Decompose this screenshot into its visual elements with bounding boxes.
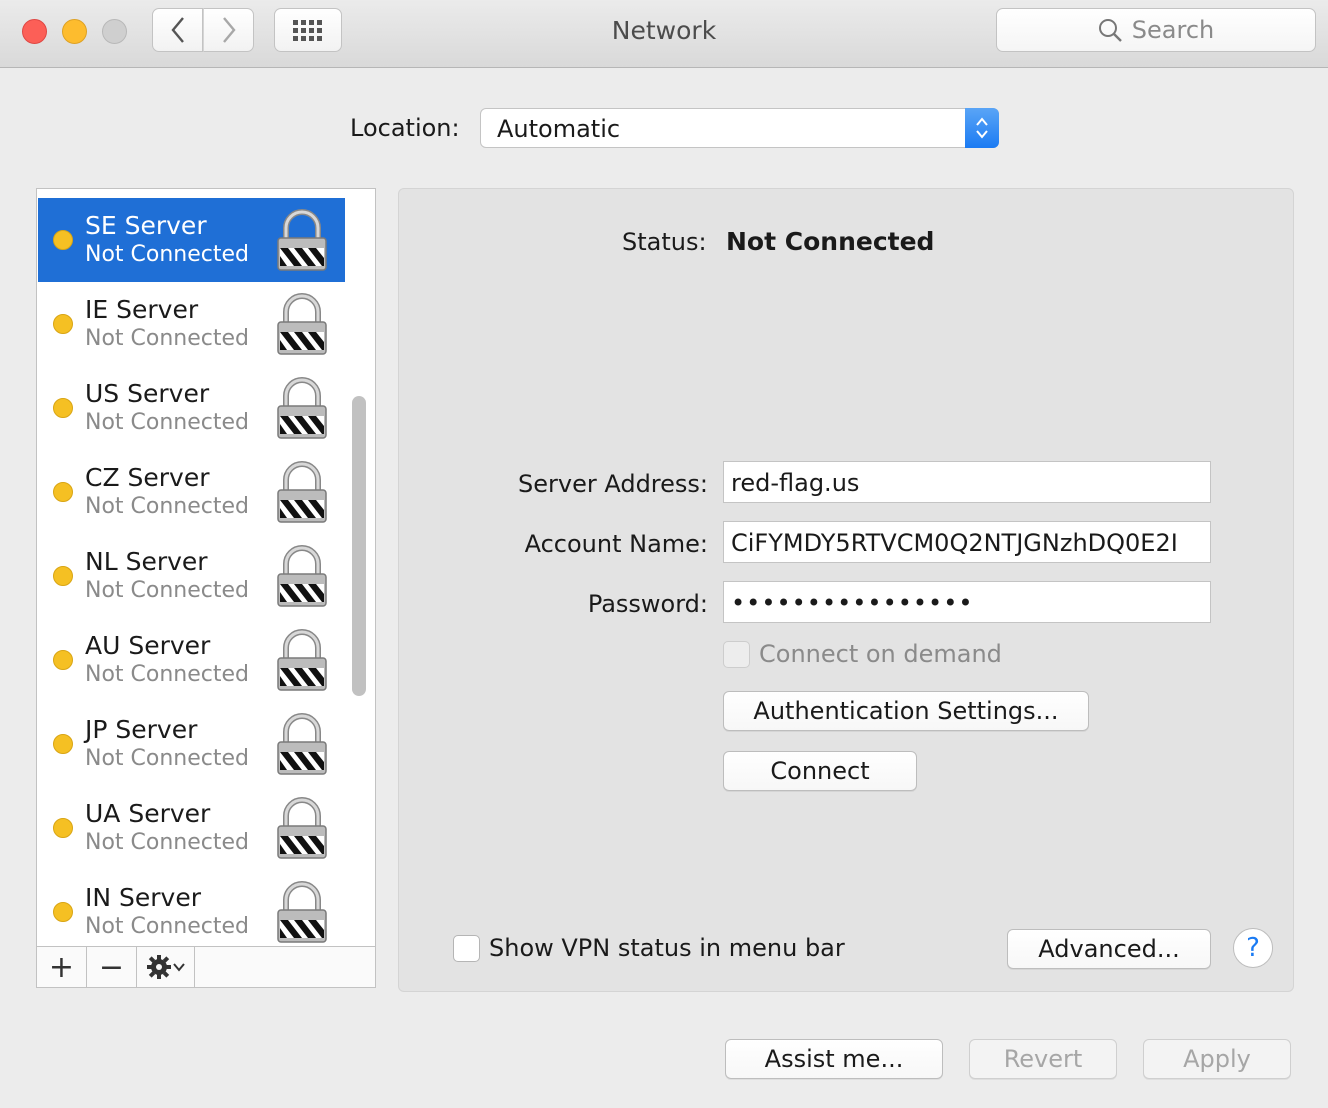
lock-icon (276, 544, 328, 612)
lock-icon (276, 796, 328, 864)
account-name-label: Account Name: (524, 530, 708, 558)
apply-button[interactable]: Apply (1143, 1039, 1291, 1079)
service-list: SE Server Not Connected IE Server Not Conne… (38, 198, 345, 946)
lock-icon (276, 460, 328, 528)
remove-service-button[interactable]: − (87, 947, 137, 987)
connect-on-demand-checkbox[interactable] (723, 641, 750, 668)
search-icon (1098, 19, 1122, 42)
lock-icon (276, 712, 328, 780)
lock-icon (276, 376, 328, 444)
status-dot-icon (53, 818, 73, 838)
status-dot-icon (53, 230, 73, 250)
add-service-button[interactable]: + (37, 947, 87, 987)
status-dot-icon (53, 398, 73, 418)
service-status: Not Connected (85, 410, 250, 435)
connect-button[interactable]: Connect (723, 751, 917, 791)
show-vpn-status-checkbox[interactable] (453, 935, 480, 962)
authentication-settings-button[interactable]: Authentication Settings... (723, 691, 1089, 731)
lock-icon (276, 292, 328, 360)
service-name: JP Server (85, 715, 198, 744)
service-item[interactable]: CZ Server Not Connected (38, 450, 345, 534)
advanced-button[interactable]: Advanced... (1007, 929, 1211, 969)
service-item[interactable]: IN Server Not Connected (38, 870, 345, 946)
gear-icon (146, 955, 171, 979)
help-button[interactable]: ? (1233, 928, 1273, 968)
service-status: Not Connected (85, 242, 250, 267)
service-list-scrollbar[interactable] (352, 396, 366, 696)
status-label: Status: (622, 228, 707, 256)
status-dot-icon (53, 314, 73, 334)
status-dot-icon (53, 734, 73, 754)
service-name: IN Server (85, 883, 202, 912)
service-item[interactable]: SE Server Not Connected (38, 198, 345, 282)
status-dot-icon (53, 650, 73, 670)
service-sidebar: SE Server Not Connected IE Server Not Conne… (36, 188, 376, 988)
service-name: UA Server (85, 799, 211, 828)
service-item[interactable]: US Server Not Connected (38, 366, 345, 450)
status-dot-icon (53, 482, 73, 502)
action-menu-button[interactable] (137, 947, 195, 987)
lock-icon (276, 880, 328, 946)
location-select[interactable]: Automatic (480, 108, 999, 148)
assist-me-button[interactable]: Assist me... (725, 1039, 943, 1079)
revert-button[interactable]: Revert (969, 1039, 1117, 1079)
service-status: Not Connected (85, 326, 250, 351)
status-dot-icon (53, 902, 73, 922)
chevron-down-icon (172, 963, 185, 972)
sidebar-toolbar-spacer (195, 947, 375, 987)
service-name: AU Server (85, 631, 211, 660)
lock-icon (276, 628, 328, 696)
service-status: Not Connected (85, 746, 250, 771)
service-name: SE Server (85, 211, 207, 240)
service-item[interactable]: AU Server Not Connected (38, 618, 345, 702)
lock-icon (276, 208, 328, 276)
service-status: Not Connected (85, 494, 250, 519)
service-status: Not Connected (85, 578, 250, 603)
service-item[interactable]: JP Server Not Connected (38, 702, 345, 786)
location-value: Automatic (497, 115, 621, 143)
service-name: IE Server (85, 295, 199, 324)
connect-on-demand-label: Connect on demand (759, 640, 1002, 668)
server-address-label: Server Address: (518, 470, 708, 498)
service-item[interactable]: UA Server Not Connected (38, 786, 345, 870)
title-bar: Network Search (0, 0, 1328, 68)
service-item[interactable]: NL Server Not Connected (38, 534, 345, 618)
sidebar-toolbar: + − (37, 946, 375, 987)
service-name: CZ Server (85, 463, 210, 492)
updown-arrows-icon (965, 108, 999, 148)
service-name: US Server (85, 379, 210, 408)
password-label: Password: (587, 590, 708, 618)
show-vpn-status-label: Show VPN status in menu bar (489, 934, 845, 962)
status-value: Not Connected (726, 227, 935, 256)
location-label: Location: (350, 114, 460, 142)
search-placeholder: Search (1131, 16, 1215, 44)
password-field[interactable]: •••••••••••••••• (723, 581, 1211, 623)
service-status: Not Connected (85, 914, 250, 939)
service-status: Not Connected (85, 662, 250, 687)
service-status: Not Connected (85, 830, 250, 855)
server-address-field[interactable]: red-flag.us (723, 461, 1211, 503)
service-item[interactable]: IE Server Not Connected (38, 282, 345, 366)
account-name-field[interactable]: CiFYMDY5RTVCM0Q2NTJGNzhDQ0E2I (723, 521, 1211, 563)
search-field[interactable]: Search (996, 8, 1316, 52)
status-dot-icon (53, 566, 73, 586)
service-name: NL Server (85, 547, 208, 576)
